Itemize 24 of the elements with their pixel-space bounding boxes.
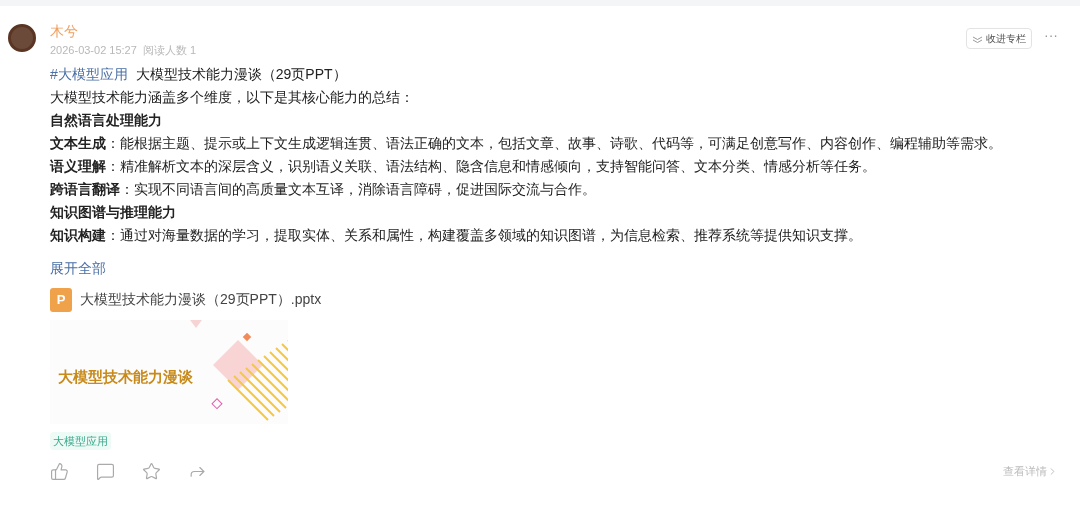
post-date: 2026-03-02 15:27 [50,43,137,58]
topic-link[interactable]: #大模型应用 [50,62,128,86]
author-name[interactable]: 木兮 [50,22,78,40]
post-text: 知识构建：通过对海量数据的学习，提取实体、关系和属性，构建覆盖多领域的知识图谱，为信息检索、推荐系统等提供知识支撑。 [50,226,862,245]
post-text: 知识图谱与推理能力 [50,203,176,222]
avatar[interactable] [8,24,36,52]
expand-link[interactable]: 展开全部 [50,256,106,280]
post-text: 语义理解：精准解析文本的深层含义，识别语义关联、语法结构、隐含信息和情感倾向，支持智能问答、文本分类、情感分析等任务。 [50,157,876,176]
post-text: 大模型技术能力涵盖多个维度，以下是其核心能力的总结： [50,88,414,107]
reader-count: 阅读人数 1 [142,43,197,58]
tag[interactable]: 大模型应用 [50,431,111,450]
post-text: 文本生成：能根据主题、提示或上下文生成逻辑连贯、语法正确的文本，包括文章、故事、诗歌、代码等，可满足创意写作、内容创作、编程辅助等需求。 [50,134,1002,153]
cover-title: 大模型技术能力漫谈 [58,367,193,387]
post-title: 大模型技术能力漫谈（29页PPT） [135,64,347,84]
post-text: 自然语言处理能力 [50,111,162,130]
like-icon[interactable] [50,461,69,481]
comment-icon[interactable] [96,461,115,481]
follow-button[interactable]: 收进专栏 [966,28,1032,49]
star-icon[interactable] [142,461,161,481]
post-text: 跨语言翻译：实现不同语言间的高质量文本互译，消除语言障碍，促进国际交流与合作。 [50,180,596,199]
more-button[interactable]: ··· [1044,25,1058,46]
stack-icon [972,34,983,43]
file-icon: P [50,287,72,312]
file-name[interactable]: 大模型技术能力漫谈（29页PPT）.pptx [80,288,322,311]
